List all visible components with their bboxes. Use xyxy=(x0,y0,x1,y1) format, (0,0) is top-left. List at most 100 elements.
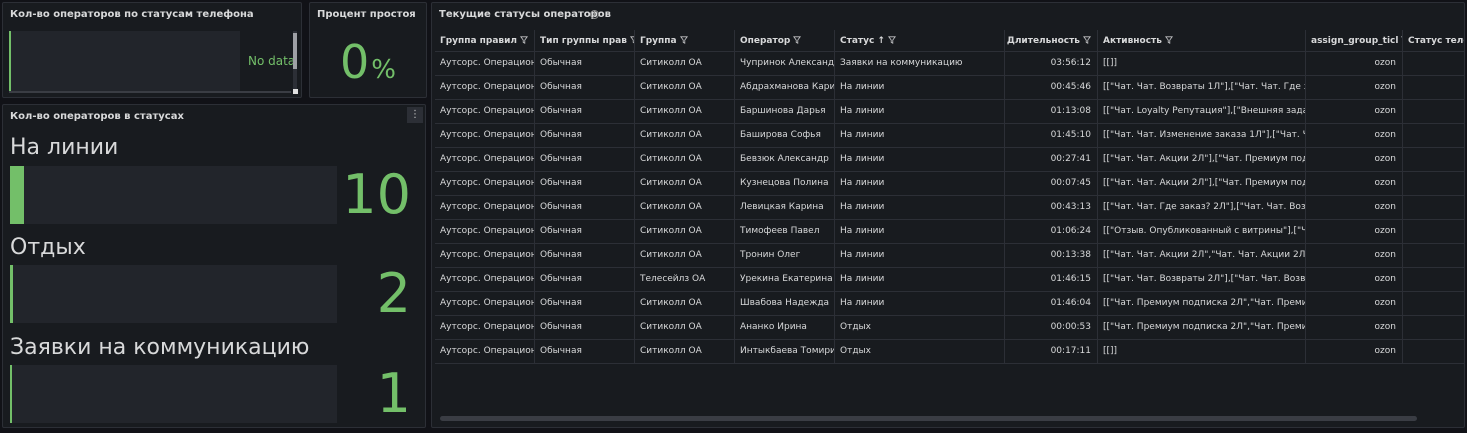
table-cell: Тимофеев Павел xyxy=(735,220,835,243)
table-cell: ozon xyxy=(1306,52,1403,75)
table-cell: На линии xyxy=(835,76,1005,99)
table-cell: На линии xyxy=(835,100,1005,123)
table-cell: Телесейлз ОА xyxy=(635,268,735,291)
table-row[interactable]: Аутсорс. Операцион Обычная Ситиколл ОА Барш… xyxy=(435,100,1464,124)
panel-title[interactable]: Кол-во операторов по статусам телефона xyxy=(10,9,254,20)
column-header-label: Группа правил xyxy=(440,36,518,46)
table-cell: Ситиколл ОА xyxy=(635,196,735,219)
table-cell: Тронин Олег xyxy=(735,244,835,267)
filter-icon[interactable] xyxy=(679,36,688,44)
table-row[interactable]: Аутсорс. Операцион Обычная Ситиколл ОА Баши… xyxy=(435,124,1464,148)
table-cell: [["Чат. Премиум подписка 2Л","Чат. Преми… xyxy=(1098,316,1306,339)
horizontal-scrollbar[interactable] xyxy=(440,416,1417,421)
table-row[interactable]: Аутсорс. Операцион Обычная Ситиколл ОА Чупр… xyxy=(435,52,1464,76)
table-cell: Аутсорс. Операцион xyxy=(435,52,535,75)
column-header[interactable]: Длительность xyxy=(1005,30,1098,51)
table-cell: [["Чат. Loyalty Репутация"],["Внешняя за… xyxy=(1098,100,1306,123)
table-cell: ozon xyxy=(1306,196,1403,219)
status-label-online: На линии xyxy=(10,135,119,160)
column-header[interactable]: Статус ↑ xyxy=(835,30,1005,51)
table-cell: Урекина Екатерина xyxy=(735,268,835,291)
table-cell: ozon xyxy=(1306,100,1403,123)
sort-ascending-icon[interactable]: ↑ xyxy=(877,36,885,46)
column-header-label: Статус xyxy=(840,36,875,46)
column-header[interactable]: Статус теле xyxy=(1403,30,1465,51)
table-row[interactable]: Аутсорс. Операцион Обычная Ситиколл ОА Шваб… xyxy=(435,292,1464,316)
table-cell: На линии xyxy=(835,292,1005,315)
info-icon[interactable]: i xyxy=(590,10,599,19)
column-header[interactable]: Группа правил xyxy=(435,30,535,51)
vertical-scrollbar-thumb[interactable] xyxy=(293,33,297,69)
stat-number: 0 xyxy=(340,35,370,89)
table-row[interactable]: Аутсорс. Операцион Обычная Ситиколл ОА Леви… xyxy=(435,196,1464,220)
table-row[interactable]: Аутсорс. Операцион Обычная Ситиколл ОА Анан… xyxy=(435,316,1464,340)
table-cell: Аутсорс. Операцион xyxy=(435,316,535,339)
panel-menu-icon[interactable]: ⋮ xyxy=(407,107,423,123)
table-cell: На линии xyxy=(835,148,1005,171)
table-cell: Ситиколл ОА xyxy=(635,172,735,195)
column-header[interactable]: assign_group_ticl xyxy=(1306,30,1403,51)
table-cell: Обычная xyxy=(535,340,635,363)
table-cell: 01:46:04 xyxy=(1005,292,1098,315)
table-cell: [["Чат. Чат. Акции 2Л"],["Чат. Премиум п… xyxy=(1098,148,1306,171)
table-cell: Аутсорс. Операцион xyxy=(435,100,535,123)
table-cell xyxy=(1403,172,1464,195)
column-header[interactable]: Активность xyxy=(1098,30,1306,51)
table-cell: Обычная xyxy=(535,268,635,291)
table-cell: 00:27:41 xyxy=(1005,148,1098,171)
status-label-rest: Отдых xyxy=(10,235,86,260)
table-cell: [["Чат. Премиум подписка 2Л","Чат. Преми… xyxy=(1098,292,1306,315)
horizontal-scrollbar[interactable] xyxy=(9,91,291,93)
column-header[interactable]: Группа xyxy=(635,30,735,51)
table-cell: Аутсорс. Операцион xyxy=(435,76,535,99)
table-row[interactable]: Аутсорс. Операцион Обычная Ситиколл ОА Абдр… xyxy=(435,76,1464,100)
status-bar-rest xyxy=(10,265,337,323)
table-cell: 00:17:11 xyxy=(1005,340,1098,363)
filter-icon[interactable] xyxy=(1164,36,1173,44)
column-header[interactable]: Оператор xyxy=(735,30,835,51)
panel-title[interactable]: Процент простоя xyxy=(317,9,416,20)
table-cell: 00:43:13 xyxy=(1005,196,1098,219)
panel-title[interactable]: Текущие статусы операторов xyxy=(439,9,611,20)
table-cell: ozon xyxy=(1306,268,1403,291)
table-row[interactable]: Аутсорс. Операцион Обычная Ситиколл ОА Бевз… xyxy=(435,148,1464,172)
table-cell: 00:45:46 xyxy=(1005,76,1098,99)
table-cell xyxy=(1403,292,1464,315)
table-row[interactable]: Аутсорс. Операцион Обычная Ситиколл ОА Кузн… xyxy=(435,172,1464,196)
table-cell: Ситиколл ОА xyxy=(635,124,735,147)
filter-icon[interactable] xyxy=(520,36,529,44)
table-cell: Отдых xyxy=(835,340,1005,363)
bar-gauge-fill xyxy=(9,31,11,93)
status-bar-fill xyxy=(10,265,13,323)
table-cell: [[]] xyxy=(1098,340,1306,363)
column-header[interactable]: Тип группы прав xyxy=(535,30,635,51)
panel-title[interactable]: Кол-во операторов в статусах xyxy=(10,111,184,122)
status-bar-online xyxy=(10,166,337,224)
table-row[interactable]: Аутсорс. Операцион Обычная Ситиколл ОА Тимо… xyxy=(435,220,1464,244)
table-cell: Левицкая Карина xyxy=(735,196,835,219)
table-cell: На линии xyxy=(835,172,1005,195)
table-row[interactable]: Аутсорс. Операцион Обычная Телесейлз ОА Уре… xyxy=(435,268,1464,292)
table-cell xyxy=(1403,220,1464,243)
filter-icon[interactable] xyxy=(1083,36,1091,44)
table-cell: 03:56:12 xyxy=(1005,52,1098,75)
table-cell: 01:06:24 xyxy=(1005,220,1098,243)
phone-status-panel: Кол-во операторов по статусам телефона N… xyxy=(2,2,302,98)
table-cell: Ситиколл ОА xyxy=(635,52,735,75)
filter-icon[interactable] xyxy=(793,36,802,44)
table-cell xyxy=(1403,124,1464,147)
table-cell: ozon xyxy=(1306,340,1403,363)
resize-corner[interactable] xyxy=(293,89,298,94)
table-cell xyxy=(1403,316,1464,339)
column-header-label: Активность xyxy=(1103,36,1162,46)
filter-icon[interactable] xyxy=(887,36,896,44)
table-row[interactable]: Аутсорс. Операцион Обычная Ситиколл ОА Трон… xyxy=(435,244,1464,268)
table-cell: ozon xyxy=(1306,124,1403,147)
table-cell: Ситиколл ОА xyxy=(635,292,735,315)
table-cell: Ситиколл ОА xyxy=(635,100,735,123)
table-cell: Аутсорс. Операцион xyxy=(435,340,535,363)
table-cell: Баширова Софья xyxy=(735,124,835,147)
table-row[interactable]: Аутсорс. Операцион Обычная Ситиколл ОА Инты… xyxy=(435,340,1464,364)
column-header-label: Статус теле xyxy=(1408,36,1465,46)
table-cell: Ананко Ирина xyxy=(735,316,835,339)
